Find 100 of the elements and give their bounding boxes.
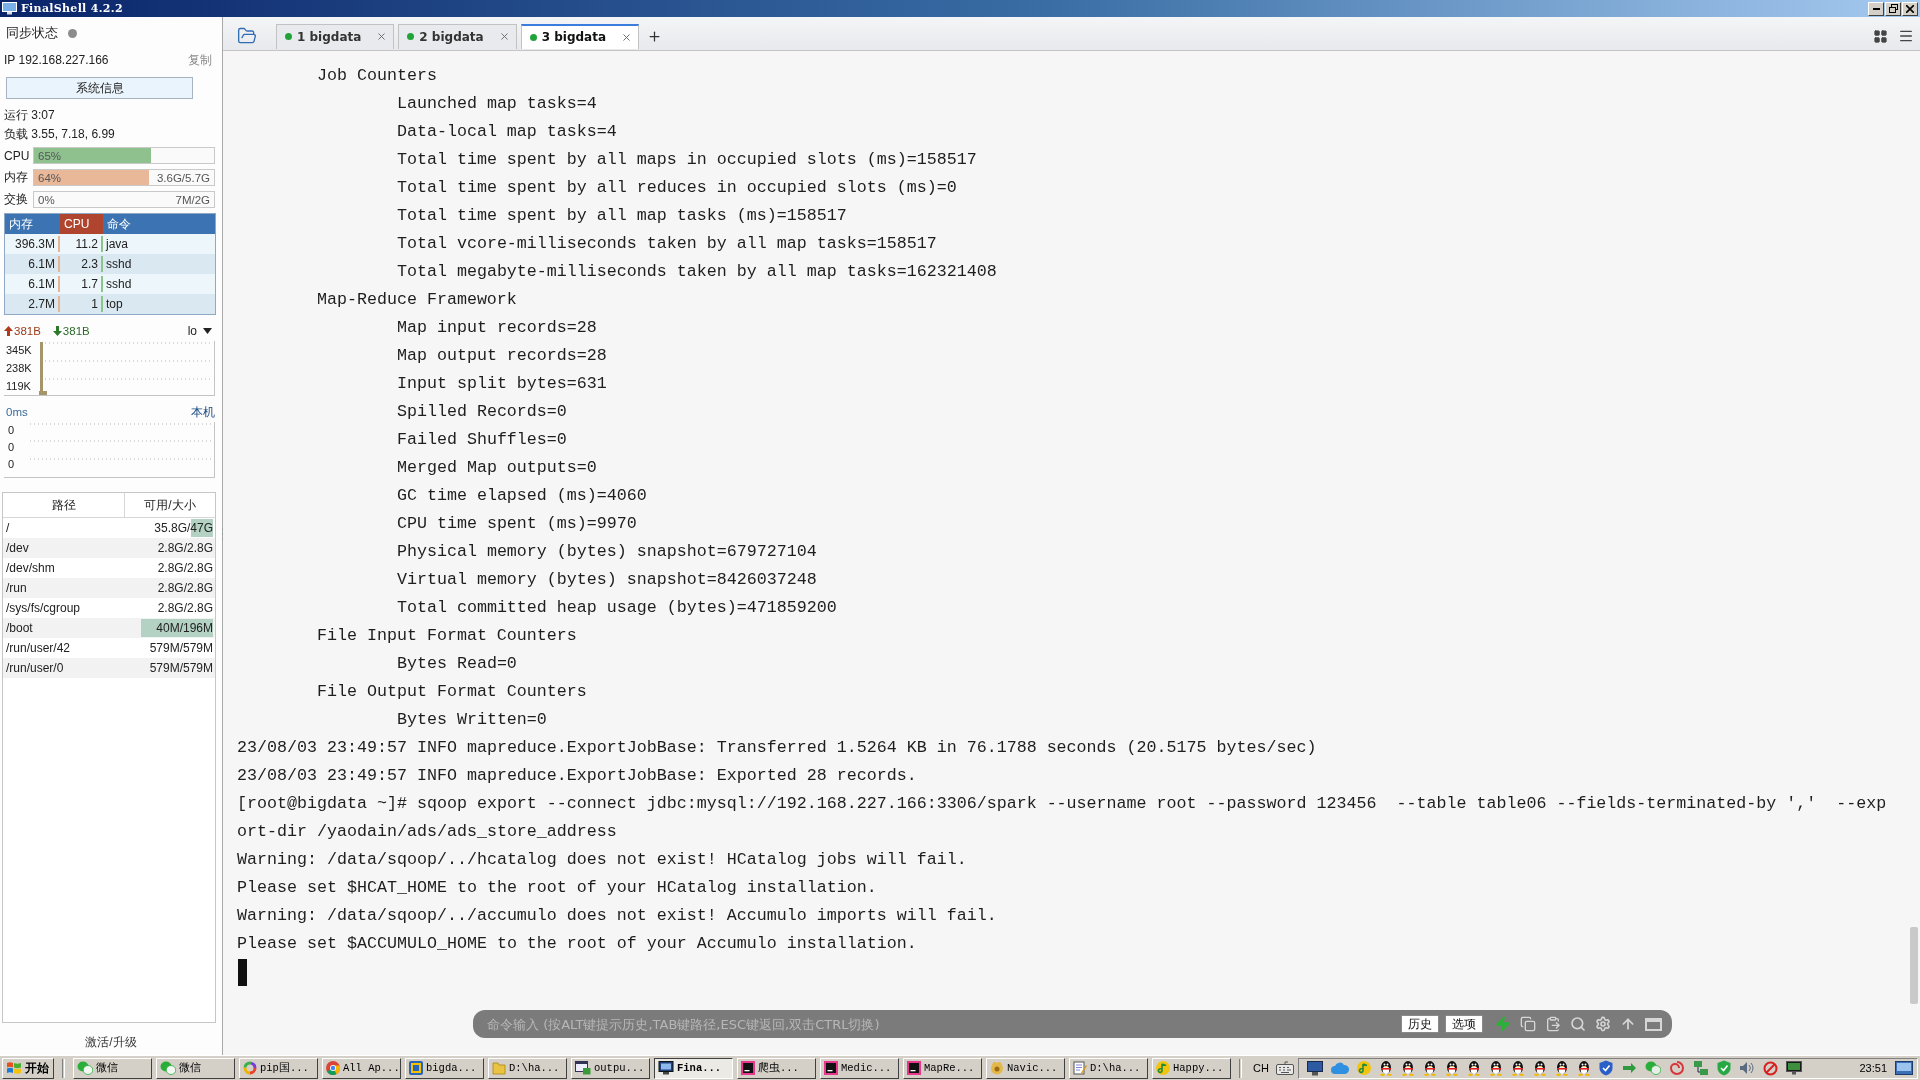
scrollbar-thumb[interactable] <box>1910 927 1918 1004</box>
penguin-icon[interactable] <box>1510 1060 1525 1076</box>
taskbar-window-button[interactable]: 微信 <box>156 1057 235 1079</box>
taskbar-window-button[interactable]: D:\ha... <box>488 1057 567 1079</box>
folder-icon <box>492 1061 506 1075</box>
command-bar-button[interactable]: 选项 <box>1445 1015 1483 1033</box>
meter-label: CPU <box>4 148 31 163</box>
interface-dropdown[interactable]: lo <box>185 324 214 338</box>
column-header[interactable]: 命令 <box>103 214 215 234</box>
penguin-icon[interactable] <box>1488 1060 1503 1076</box>
monitor-icon[interactable] <box>1306 1060 1323 1076</box>
column-header[interactable]: 可用/大小 <box>125 493 215 517</box>
taskbar-window-button[interactable]: 爬虫... <box>737 1057 816 1079</box>
close-icon[interactable] <box>376 31 388 42</box>
counter-group-name: File Input Format Counters <box>316 625 577 647</box>
counter-line: Virtual memory (bytes) snapshot=8426037248 <box>396 569 817 591</box>
taskbar-window-button[interactable]: outpu... <box>571 1057 650 1079</box>
copy-icon <box>1520 1016 1536 1032</box>
close-icon <box>1906 4 1914 13</box>
session-tab[interactable]: 3 bigdata <box>520 23 640 49</box>
copy-link[interactable]: 复制 <box>188 51 212 69</box>
disk-space-text: 579M/579M <box>149 661 213 675</box>
music-note-icon[interactable] <box>1356 1061 1371 1075</box>
taskbar-window-button[interactable]: pip国... <box>239 1057 318 1079</box>
column-header[interactable]: 路径 <box>3 493 125 517</box>
monitor-icon <box>658 1061 674 1075</box>
new-tab-button[interactable] <box>647 28 663 44</box>
chat-bubbles-icon <box>160 1061 176 1075</box>
taskbar-window-button[interactable]: D:\ha... <box>1069 1057 1148 1079</box>
counter-group-name: Job Counters <box>316 65 437 87</box>
paste-button[interactable] <box>1545 1016 1561 1032</box>
penguin-icon[interactable] <box>1576 1060 1591 1076</box>
network-icon[interactable] <box>1692 1060 1709 1076</box>
show-desktop-icon[interactable] <box>1895 1061 1913 1075</box>
meter-percent: 64% <box>38 171 62 184</box>
counter-line: Total vcore-milliseconds taken by all map tasks=158517 <box>396 233 937 255</box>
close-button[interactable] <box>1902 1 1918 16</box>
folder-icon <box>237 26 257 46</box>
command-bar-button[interactable]: 历史 <box>1401 1015 1439 1033</box>
penguin-icon[interactable] <box>1400 1060 1415 1076</box>
window-icon <box>575 1061 591 1075</box>
taskbar-window-button[interactable]: Happy... <box>1152 1057 1231 1079</box>
folder-button[interactable] <box>237 26 257 46</box>
minimize-button[interactable] <box>1868 1 1884 16</box>
close-icon[interactable] <box>621 31 633 43</box>
penguin-icon[interactable] <box>1532 1060 1547 1076</box>
restore-button[interactable] <box>1885 1 1901 16</box>
chat-bubbles-icon <box>77 1061 93 1075</box>
settings-button[interactable] <box>1595 1016 1611 1032</box>
path-cell: /run <box>3 578 125 598</box>
penguin-icon[interactable] <box>1378 1060 1393 1076</box>
copy-button[interactable] <box>1520 1016 1536 1032</box>
memory-cell: 396.3M <box>5 236 60 252</box>
penguin-icon[interactable] <box>1422 1060 1437 1076</box>
counter-line: Map output records=28 <box>396 345 607 367</box>
column-header[interactable]: CPU <box>60 214 103 234</box>
upgrade-link[interactable]: 激活/升级 <box>85 1033 137 1051</box>
session-tab[interactable]: 2 bigdata <box>398 23 517 49</box>
penguin-icon[interactable] <box>1466 1060 1481 1076</box>
check-shield-icon[interactable] <box>1716 1060 1731 1076</box>
terminal-line: [root@bigdata ~]# sqoop export --connect jdbc:mysql://192.168.227.166:3306/spark --username root --password 123456 --table table06 --fields-terminated-by ',' --exp <box>237 793 1887 815</box>
counter-line: Data-local map tasks=4 <box>396 121 617 143</box>
counter-line: Failed Shuffles=0 <box>396 429 567 451</box>
penguin-icon[interactable] <box>1444 1060 1459 1076</box>
taskbar-window-button[interactable]: Medic... <box>820 1057 899 1079</box>
uptime-text: 运行 3:07 <box>4 106 55 124</box>
taskbar-window-button[interactable]: All Ap... <box>322 1057 401 1079</box>
block-sign-icon[interactable] <box>1762 1060 1778 1076</box>
layout-button[interactable] <box>1873 28 1888 44</box>
taskbar-window-button[interactable]: Navic... <box>986 1057 1065 1079</box>
taskbar-window-button[interactable]: 微信 <box>73 1057 152 1079</box>
counter-group-name: File Output Format Counters <box>316 681 587 703</box>
terminal-line: Warning: /data/sqoop/../hcatalog does not exist! HCatalog jobs will fail. <box>237 849 967 871</box>
volume-icon[interactable] <box>1738 1061 1755 1075</box>
penguin-icon[interactable] <box>1554 1060 1569 1076</box>
taskbar-window-button[interactable]: Fina... <box>654 1057 733 1079</box>
keyboard-icon[interactable] <box>1275 1061 1294 1075</box>
disk-space-text: 2.8G/2.8G <box>157 581 213 595</box>
load-average-text: 负载 3.55, 7.18, 6.99 <box>4 125 115 143</box>
color-ring-icon <box>243 1061 257 1075</box>
app-logo-icon <box>907 1061 921 1075</box>
taskbar-window-button[interactable]: bigda... <box>405 1057 484 1079</box>
column-header[interactable]: 内存 <box>5 214 60 234</box>
maximize-button[interactable] <box>1645 1017 1662 1031</box>
menu-button[interactable] <box>1898 28 1914 44</box>
scroll-up-button[interactable] <box>1620 1016 1636 1032</box>
taskbar-window-button[interactable]: MapRe... <box>903 1057 982 1079</box>
system-info-button[interactable]: 系统信息 <box>6 77 193 99</box>
counter-line: Physical memory (bytes) snapshot=679727104 <box>396 541 817 563</box>
input-language-indicator[interactable]: CH <box>1250 1062 1272 1074</box>
close-icon[interactable] <box>498 31 510 42</box>
search-button[interactable] <box>1570 1016 1586 1032</box>
window-icon <box>1645 1017 1662 1031</box>
start-button[interactable]: 开始 <box>2 1057 54 1079</box>
paste-icon <box>1545 1016 1561 1032</box>
clock[interactable]: 23:51 <box>1859 1062 1887 1074</box>
display-icon[interactable] <box>1785 1061 1802 1075</box>
swirl-icon[interactable] <box>1668 1060 1685 1076</box>
shield-icon[interactable] <box>1598 1060 1613 1076</box>
session-tab[interactable]: 1 bigdata <box>276 23 395 49</box>
